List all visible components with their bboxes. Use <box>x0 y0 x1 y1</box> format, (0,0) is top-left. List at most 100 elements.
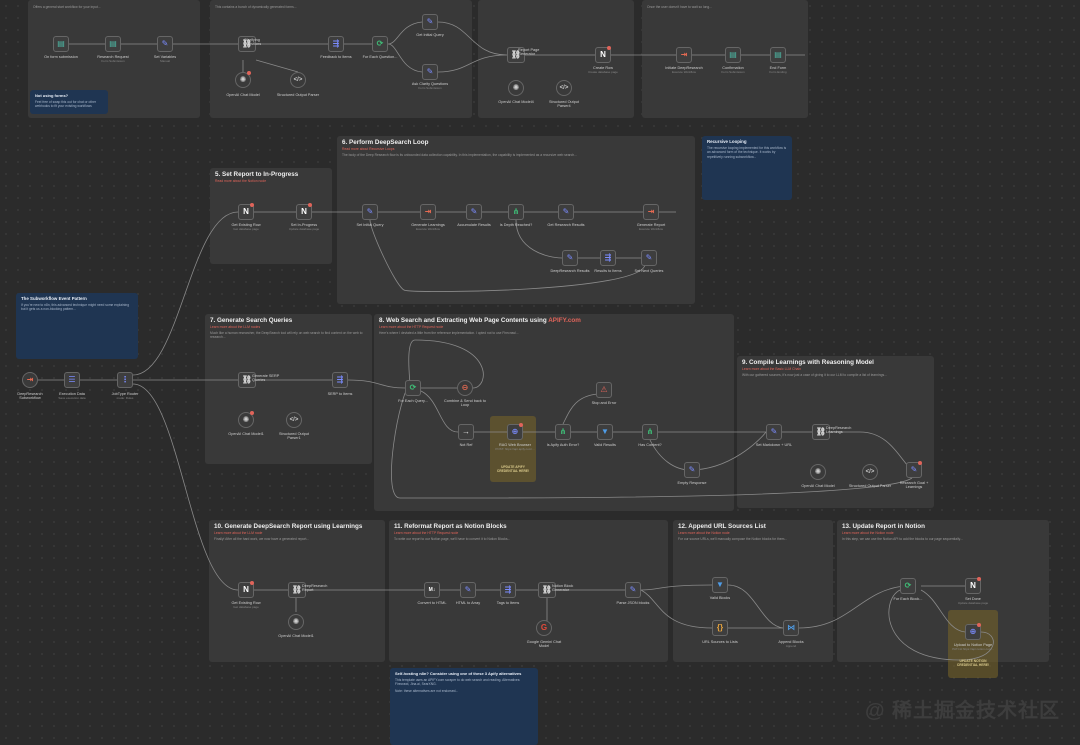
label-text: JobType Router <box>111 392 139 396</box>
set-markdown-url-node[interactable]: ✎ <box>766 424 782 440</box>
valid-results-node[interactable]: ▼ <box>597 424 613 440</box>
stop-and-error-node[interactable]: ⚠ <box>596 382 612 398</box>
structured-output-parser4-node[interactable]: </> <box>556 80 572 96</box>
arrow-right-icon: → <box>462 427 470 436</box>
url-sources-to-lists-node[interactable]: {} <box>712 620 728 636</box>
convert-to-html-node[interactable]: M↓ <box>424 582 440 598</box>
node-label: RAG Web Browser POST: https://api.apify.c… <box>493 443 537 452</box>
globe-icon: ⊕ <box>511 427 519 436</box>
execution-data-node[interactable]: ☰ <box>64 372 80 388</box>
html-to-array-node[interactable]: ✎ <box>460 582 476 598</box>
pencil-icon: ✎ <box>464 585 472 594</box>
node-label: Accumulate Results <box>457 223 491 227</box>
label-text: RAG Web Browser <box>498 443 531 447</box>
serp-to-items-node[interactable]: ⇶ <box>332 372 348 388</box>
if-icon: ⋔ <box>646 427 654 436</box>
is-depth-reached-node[interactable]: ⋔ <box>508 204 524 220</box>
node-label: DeepResearch Subworkflow <box>17 392 43 401</box>
label-sub: Form Submission <box>418 86 442 91</box>
openai-icon: ✺ <box>242 415 250 424</box>
results-to-items-node[interactable]: ⇶ <box>600 250 616 266</box>
has-content-node[interactable]: ⋔ <box>642 424 658 440</box>
node-label: Set In-Progress Update database page <box>282 223 326 232</box>
get-research-results-node[interactable]: ✎ <box>558 204 574 220</box>
openai-icon: ✺ <box>814 467 822 476</box>
feedback-to-items-node[interactable]: ⇶ <box>328 36 344 52</box>
pencil-icon: ✎ <box>161 39 169 48</box>
structured-output-parser1-node[interactable]: </> <box>286 412 302 428</box>
apify-credential-note: UPDATE APIFY CREDENTIAL HERE! <box>496 465 530 473</box>
node-label: For Each Query... <box>398 399 428 403</box>
openai-chat-model-9-node[interactable]: ✺ <box>810 464 826 480</box>
label-text: Upload to Notion Page <box>953 643 993 647</box>
combine-node[interactable]: ⊖ <box>457 380 473 396</box>
end-form-node[interactable]: ▤ <box>770 47 786 63</box>
node-label: Set Variables Manual <box>143 55 187 64</box>
chain-icon: ⛓ <box>815 427 827 436</box>
jobtype-router-node[interactable]: ⋮ <box>117 372 133 388</box>
node-label: SERP to Items <box>327 392 353 396</box>
is-apify-auth-error-node[interactable]: ⋔ <box>555 424 571 440</box>
research-request-node[interactable]: ▤ <box>105 36 121 52</box>
node-label: For Each Question... <box>362 55 398 59</box>
warning-indicator <box>918 461 922 465</box>
openai-icon: ✺ <box>292 617 300 626</box>
empty-response-node[interactable]: ✎ <box>684 462 700 478</box>
for-each-query-node[interactable]: ⟳ <box>405 380 421 396</box>
confirmation-node[interactable]: ▤ <box>725 47 741 63</box>
node-label: Structured Output Parser <box>276 93 320 97</box>
accumulate-results-node[interactable]: ✎ <box>466 204 482 220</box>
watermark: @ 稀土掘金技术社区 <box>864 700 1060 722</box>
ask-clarity-node[interactable]: ✎ <box>422 64 438 80</box>
notion-icon: N <box>600 50 606 59</box>
tags-to-items-node[interactable]: ⇶ <box>500 582 516 598</box>
set-variables-node[interactable]: ✎ <box>157 36 173 52</box>
generate-learnings-node[interactable]: ⇥ <box>420 204 436 220</box>
label-sub: Execute Workflow <box>672 70 696 75</box>
for-each-question-node[interactable]: ⟳ <box>372 36 388 52</box>
openai-icon: ✺ <box>239 75 247 84</box>
notion-icon: N <box>970 581 976 590</box>
noop-node[interactable]: → <box>458 424 474 440</box>
label-sub: Manual <box>160 59 170 64</box>
parse-json-blocks-node[interactable]: ✎ <box>625 582 641 598</box>
node-label: OpenAI Chat Model <box>226 93 260 97</box>
google-gemini-node[interactable]: G <box>536 620 552 636</box>
append-blocks-node[interactable]: ⋈ <box>783 620 799 636</box>
structured-output-parser-9-node[interactable]: </> <box>862 464 878 480</box>
get-initial-query-node[interactable]: ✎ <box>422 14 438 30</box>
generate-report-node[interactable]: ⇥ <box>643 204 659 220</box>
chain-icon: ⛓ <box>541 585 553 594</box>
merge-icon: ⊖ <box>461 383 469 392</box>
label-text: Get Existing Row <box>231 601 261 605</box>
node-label: Get Research Results <box>547 223 585 227</box>
label-text: Set Done <box>965 597 981 601</box>
label-sub: PATCH https://api.notion.com... <box>952 647 994 652</box>
label-text: Ask Clarity Questions <box>411 82 449 86</box>
notion-icon: N <box>301 207 307 216</box>
on-form-trigger[interactable]: ▤ <box>53 36 69 52</box>
openai-chat-model4-node[interactable]: ✺ <box>508 80 524 96</box>
deepresearch-results-node[interactable]: ✎ <box>562 250 578 266</box>
if-icon: ⋔ <box>559 427 567 436</box>
form-icon: ▤ <box>774 50 782 59</box>
initiate-deepresearch-node[interactable]: ⇥ <box>676 47 692 63</box>
chain-icon: ⛓ <box>241 375 253 384</box>
node-label: Empty Response <box>677 481 707 485</box>
openai-chat-model1-10-node[interactable]: ✺ <box>288 614 304 630</box>
set-initial-query-node[interactable]: ✎ <box>362 204 378 220</box>
workflow-canvas[interactable]: Offers a general start workflow for your… <box>0 0 1080 745</box>
valid-blocks-node[interactable]: ▼ <box>712 577 728 593</box>
for-each-block-node[interactable]: ⟳ <box>900 578 916 594</box>
node-label: Upload to Notion Page PATCH https://api.n… <box>951 643 995 652</box>
label-text: Create Row <box>592 66 614 70</box>
label-sub: Get database page <box>233 227 259 232</box>
warning-indicator <box>247 71 251 75</box>
subworkflow-trigger-node[interactable]: ⇥ <box>22 372 38 388</box>
warning-indicator <box>977 577 981 581</box>
form-icon: ▤ <box>729 50 737 59</box>
structured-output-parser-node[interactable]: </> <box>290 72 306 88</box>
label-sub: Update database page <box>957 601 989 606</box>
label-sub: Execute Workflow <box>639 227 663 232</box>
set-next-queries-node[interactable]: ✎ <box>641 250 657 266</box>
